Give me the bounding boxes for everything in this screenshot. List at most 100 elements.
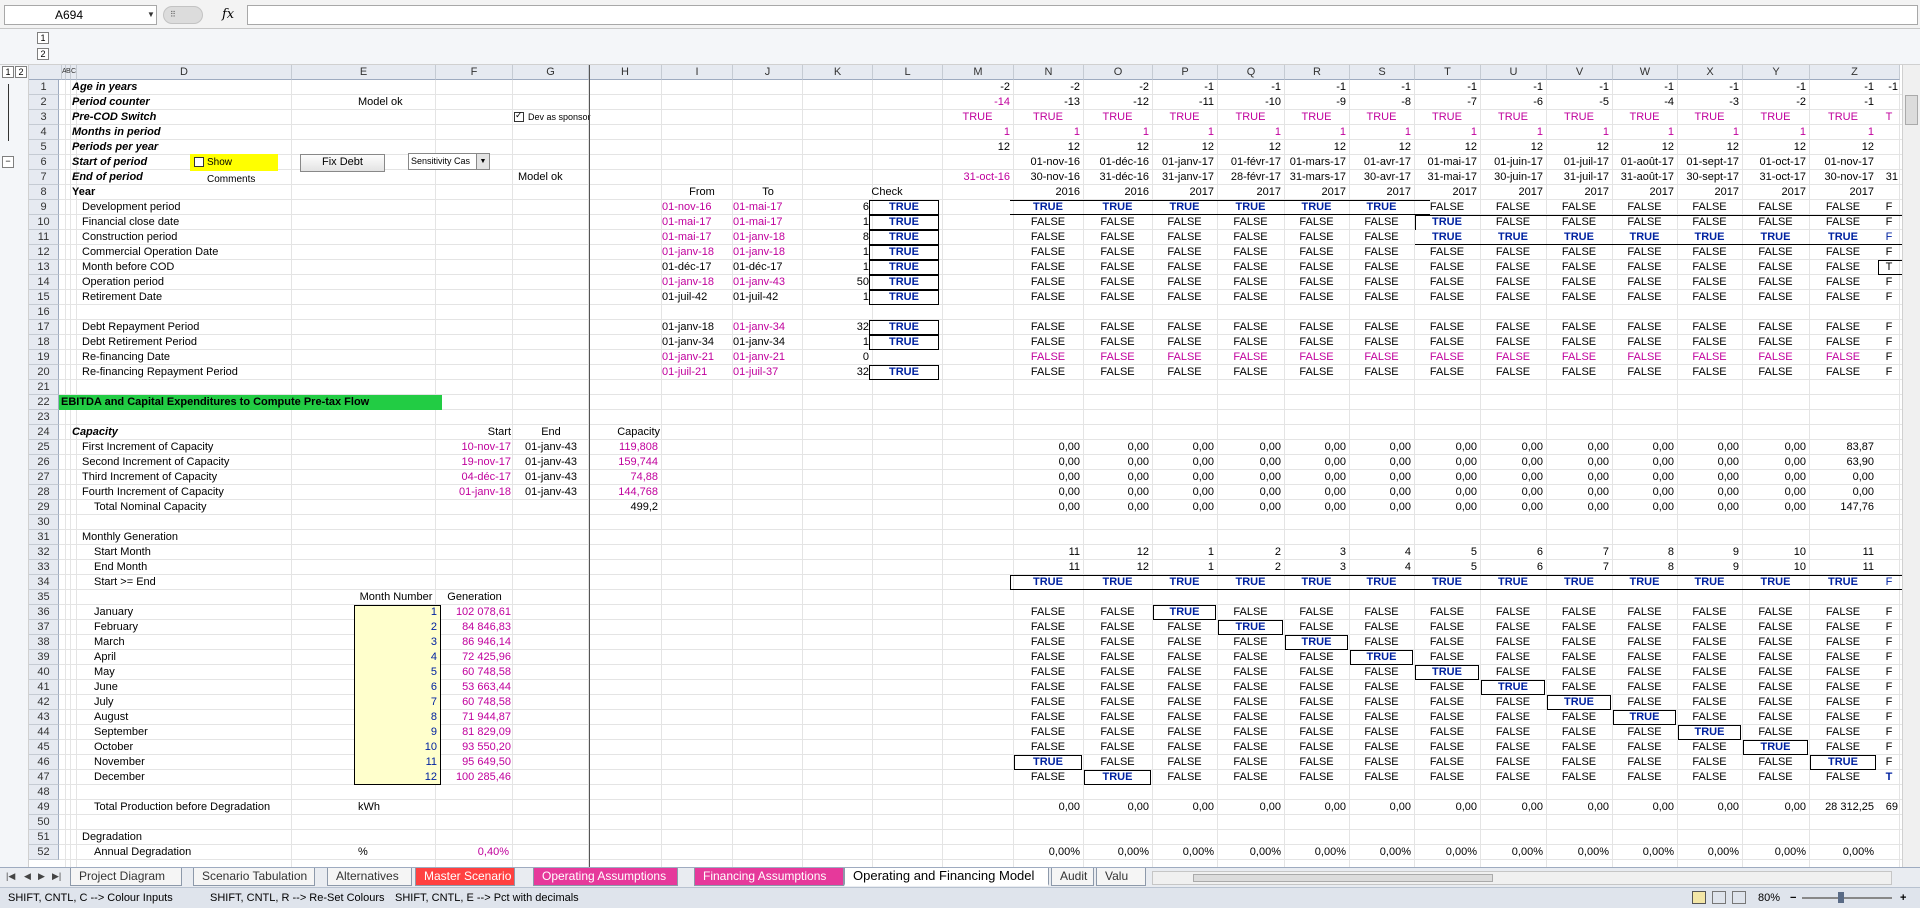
month-number[interactable]: 4 (356, 650, 439, 665)
timeline-precod[interactable]: TRUE (1613, 110, 1676, 125)
false-flag[interactable]: FALSE (1678, 260, 1741, 275)
false-flag[interactable]: FALSE (1153, 260, 1216, 275)
timeline-precod[interactable]: TRUE (1810, 110, 1876, 125)
false-flag[interactable]: FALSE (1014, 620, 1082, 635)
false-flag[interactable]: TRUE (1350, 200, 1413, 215)
partial-flag[interactable]: F (1878, 620, 1900, 635)
row-label[interactable]: Fourth Increment of Capacity (80, 485, 280, 500)
month-number[interactable]: 10 (356, 740, 439, 755)
false-flag[interactable]: FALSE (1810, 275, 1876, 290)
row-header[interactable]: 19 (29, 350, 59, 365)
capacity-by-period[interactable]: 0,00 (1285, 440, 1348, 455)
check-value[interactable]: TRUE (869, 290, 939, 305)
partial-flag[interactable]: F (1878, 215, 1900, 230)
last-sheet-icon[interactable]: ▶| (52, 871, 61, 882)
row-header[interactable]: 47 (29, 770, 59, 785)
false-flag[interactable]: FALSE (1084, 695, 1151, 710)
chevron-down-icon[interactable]: ▼ (144, 6, 158, 24)
production[interactable]: 0,00 (1743, 800, 1808, 815)
row-header[interactable]: 18 (29, 335, 59, 350)
false-flag[interactable]: FALSE (1810, 365, 1876, 380)
row-header[interactable]: 51 (29, 830, 59, 845)
capacity-value[interactable]: 144,768 (589, 485, 660, 500)
false-flag[interactable]: FALSE (1153, 725, 1216, 740)
production[interactable]: 0,00 (1613, 800, 1676, 815)
row-header[interactable]: 21 (29, 380, 59, 395)
false-flag[interactable]: FALSE (1350, 320, 1413, 335)
false-flag[interactable]: FALSE (1613, 665, 1676, 680)
false-flag[interactable]: FALSE (1810, 695, 1876, 710)
column-header[interactable]: U (1481, 65, 1547, 80)
row-header[interactable]: 28 (29, 485, 59, 500)
false-flag[interactable]: FALSE (1678, 275, 1741, 290)
period-count[interactable]: 1 (803, 245, 871, 260)
false-flag[interactable]: FALSE (1481, 260, 1545, 275)
false-flag[interactable]: FALSE (1743, 650, 1808, 665)
false-flag[interactable]: FALSE (1415, 605, 1479, 620)
month-generation[interactable]: 102 078,61 (441, 605, 513, 620)
row-header[interactable]: 26 (29, 455, 59, 470)
production[interactable]: 0,00 (1285, 800, 1348, 815)
false-flag[interactable]: FALSE (1285, 335, 1348, 350)
degradation[interactable]: 0,00% (1415, 845, 1479, 860)
timeline-precod[interactable]: TRUE (1743, 110, 1808, 125)
false-flag[interactable]: FALSE (1350, 710, 1413, 725)
false-flag[interactable]: FALSE (1743, 665, 1808, 680)
false-flag[interactable]: FALSE (1350, 755, 1413, 770)
false-flag[interactable]: FALSE (1743, 215, 1808, 230)
next-sheet-icon[interactable]: ▶ (38, 871, 45, 882)
month-generation[interactable]: 100 285,46 (441, 770, 513, 785)
timeline-year[interactable]: 2017 (1678, 185, 1741, 200)
false-flag[interactable]: FALSE (1613, 335, 1676, 350)
false-flag[interactable]: TRUE (1084, 200, 1151, 215)
false-flag[interactable]: FALSE (1481, 635, 1545, 650)
false-flag[interactable]: FALSE (1285, 365, 1348, 380)
timeline-end[interactable]: 31-mars-17 (1285, 170, 1348, 185)
capacity-by-period[interactable]: 0,00 (1218, 500, 1283, 515)
false-flag[interactable]: FALSE (1810, 605, 1876, 620)
false-flag[interactable]: FALSE (1014, 290, 1082, 305)
capacity-by-period[interactable]: 0,00 (1014, 485, 1082, 500)
timeline-months[interactable]: 1 (1350, 125, 1413, 140)
timeline-start[interactable]: 01-sept-17 (1678, 155, 1741, 170)
false-flag[interactable]: FALSE (1014, 725, 1082, 740)
row-header[interactable]: 12 (29, 245, 59, 260)
false-flag[interactable]: FALSE (1547, 740, 1611, 755)
false-flag[interactable]: FALSE (1743, 365, 1808, 380)
false-flag[interactable]: FALSE (1014, 605, 1082, 620)
capacity-by-period[interactable]: 0,00 (1415, 485, 1479, 500)
row-label[interactable]: Periods per year (70, 140, 280, 155)
zoom-out-icon[interactable]: − (1790, 892, 1796, 904)
false-flag[interactable]: FALSE (1810, 200, 1876, 215)
false-flag[interactable]: FALSE (1481, 365, 1545, 380)
false-flag[interactable]: FALSE (1613, 260, 1676, 275)
false-flag[interactable]: FALSE (1743, 260, 1808, 275)
capacity-by-period[interactable]: 0,00 (1350, 440, 1413, 455)
timeline-start[interactable]: 01-oct-17 (1743, 155, 1808, 170)
row-header[interactable]: 3 (29, 110, 59, 125)
column-header[interactable]: Q (1218, 65, 1285, 80)
false-flag[interactable]: TRUE (1153, 200, 1216, 215)
column-header[interactable]: X (1678, 65, 1743, 80)
sheet-tab[interactable]: Master Scenario (415, 868, 515, 886)
from-date[interactable]: 01-janv-18 (660, 245, 732, 260)
row-label[interactable]: Debt Repayment Period (80, 320, 280, 335)
page-break-view-icon[interactable] (1732, 891, 1746, 904)
period-count[interactable]: 1 (803, 215, 871, 230)
month-name[interactable]: June (92, 680, 292, 695)
capacity-by-period[interactable]: 0,00 (1415, 470, 1479, 485)
timeline-age[interactable]: -1 (1153, 80, 1216, 95)
timeline-precod[interactable]: TRUE (1218, 110, 1283, 125)
false-flag[interactable]: FALSE (1481, 215, 1545, 230)
false-flag[interactable]: FALSE (1415, 740, 1479, 755)
false-flag[interactable]: FALSE (1547, 290, 1611, 305)
show-comments-checkbox[interactable]: Show Comments (190, 154, 278, 185)
false-flag[interactable]: FALSE (1613, 320, 1676, 335)
capacity-total[interactable]: 499,2 (589, 500, 660, 515)
row-label[interactable]: Debt Retirement Period (80, 335, 280, 350)
timeline-age[interactable]: -2 (1084, 80, 1151, 95)
false-flag[interactable]: FALSE (1678, 620, 1741, 635)
timeline-months[interactable]: 1 (1613, 125, 1676, 140)
false-flag[interactable]: FALSE (1743, 695, 1808, 710)
false-flag[interactable]: FALSE (1547, 605, 1611, 620)
